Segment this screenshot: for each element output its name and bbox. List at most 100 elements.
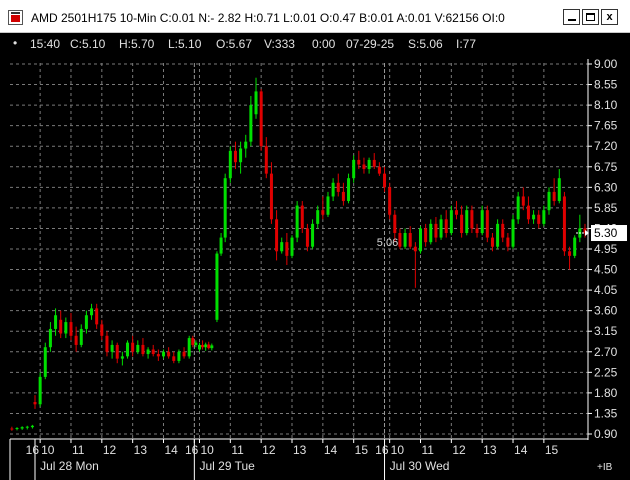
candle bbox=[146, 347, 150, 359]
chart-area[interactable]: 9.008.558.107.657.206.756.305.855.404.95… bbox=[0, 33, 630, 480]
day-label: Jul 28 Mon bbox=[40, 459, 99, 473]
candle bbox=[383, 166, 387, 192]
candle-body bbox=[95, 308, 99, 325]
title-bar[interactable]: AMD 2501H175 10-Min C:0.01 N:- 2.82 H:0.… bbox=[0, 0, 630, 33]
candle bbox=[207, 341, 211, 350]
candle bbox=[290, 235, 294, 259]
candle bbox=[25, 425, 29, 430]
candle bbox=[204, 342, 208, 351]
candle bbox=[59, 310, 63, 339]
candle-body bbox=[285, 242, 289, 256]
y-tick-label: 7.65 bbox=[594, 119, 618, 133]
candle bbox=[439, 214, 443, 240]
candle bbox=[547, 187, 551, 215]
candle bbox=[352, 155, 356, 183]
candle-body bbox=[434, 223, 438, 238]
candle-body bbox=[300, 205, 304, 229]
x-tick-label: 12 bbox=[262, 443, 276, 457]
app-chart-icon bbox=[8, 10, 23, 25]
candle-body bbox=[84, 315, 88, 329]
candle bbox=[413, 242, 417, 288]
candle bbox=[285, 233, 289, 265]
info-bar: • 15:40 C:5.10 H:5.70 L:5.10 O:5.67 V:33… bbox=[13, 36, 476, 51]
candle bbox=[120, 351, 124, 366]
candle-body bbox=[480, 210, 484, 234]
candle bbox=[496, 219, 500, 249]
y-axis-ticks: 9.008.558.107.657.206.756.305.855.404.95… bbox=[588, 57, 618, 441]
candle-body bbox=[194, 342, 198, 345]
candle-body bbox=[413, 246, 417, 252]
candle-body bbox=[321, 210, 325, 215]
candle bbox=[341, 182, 345, 206]
close-button[interactable]: x bbox=[601, 9, 618, 25]
candle bbox=[573, 235, 577, 259]
info-close: C:5.10 bbox=[70, 37, 106, 51]
candle-body bbox=[439, 219, 443, 238]
x-tick-label: 10 bbox=[391, 443, 405, 457]
last-price-label: 5.30 bbox=[594, 226, 618, 240]
candle-body bbox=[311, 223, 315, 247]
x-tick-label: 14 bbox=[514, 443, 528, 457]
candle-body bbox=[547, 191, 551, 211]
x-tick-label: 14 bbox=[165, 443, 179, 457]
candle-body bbox=[59, 319, 63, 334]
candle-body bbox=[557, 178, 561, 202]
candle-body bbox=[429, 223, 433, 243]
day-labels: Jul 28 Mon Jul 29 Tue Jul 30 Wed bbox=[40, 459, 449, 473]
candle-body bbox=[552, 191, 556, 202]
candle-body bbox=[228, 150, 232, 179]
candle bbox=[300, 201, 304, 234]
candle-body bbox=[43, 347, 47, 377]
y-tick-label: 4.05 bbox=[594, 283, 618, 297]
candle bbox=[110, 340, 114, 359]
candle-body bbox=[151, 349, 155, 355]
ib-label[interactable]: +IB bbox=[597, 462, 613, 473]
candle bbox=[210, 343, 214, 351]
candle bbox=[362, 157, 366, 174]
candle bbox=[43, 342, 47, 380]
y-tick-label: 9.00 bbox=[594, 57, 618, 71]
candle-body bbox=[162, 351, 165, 357]
chart-grid bbox=[10, 63, 588, 438]
candle-body bbox=[223, 178, 227, 238]
candle bbox=[187, 335, 191, 359]
x-tick-label: 15 bbox=[545, 443, 559, 457]
candle bbox=[295, 201, 299, 243]
candle bbox=[84, 310, 88, 334]
candle-body bbox=[136, 344, 140, 352]
y-tick-label: 8.55 bbox=[594, 78, 618, 92]
y-tick-label: 2.25 bbox=[594, 365, 618, 379]
candle-body bbox=[100, 324, 104, 336]
maximize-button[interactable] bbox=[582, 9, 599, 25]
candle bbox=[377, 162, 381, 176]
candle-body bbox=[210, 345, 214, 349]
candle-body bbox=[501, 223, 505, 238]
candle bbox=[568, 246, 572, 270]
candle-body bbox=[511, 219, 515, 247]
candle bbox=[69, 312, 73, 341]
y-tick-label: 1.35 bbox=[594, 406, 618, 420]
candle bbox=[542, 205, 546, 227]
minimize-button[interactable] bbox=[563, 9, 580, 25]
price-chart[interactable]: 9.008.558.107.657.206.756.305.855.404.95… bbox=[0, 33, 630, 480]
x-tick-label: 16 bbox=[26, 443, 40, 457]
candle-body bbox=[408, 233, 412, 247]
candle-body bbox=[38, 376, 42, 405]
candle-body bbox=[280, 242, 284, 252]
y-tick-label: 5.85 bbox=[594, 201, 618, 215]
candle-body bbox=[74, 335, 78, 345]
candle bbox=[311, 219, 315, 249]
candle bbox=[367, 157, 371, 174]
candle bbox=[249, 95, 253, 147]
candle bbox=[403, 228, 407, 249]
info-open: O:5.67 bbox=[216, 37, 252, 51]
candle bbox=[172, 351, 176, 364]
day-label: Jul 29 Tue bbox=[199, 459, 255, 473]
candle bbox=[215, 251, 219, 323]
candle bbox=[162, 349, 165, 359]
x-tick-label: 10 bbox=[41, 443, 55, 457]
candle bbox=[264, 137, 268, 179]
candle-body bbox=[187, 338, 191, 357]
candle bbox=[398, 228, 402, 249]
candle-body bbox=[290, 237, 294, 256]
